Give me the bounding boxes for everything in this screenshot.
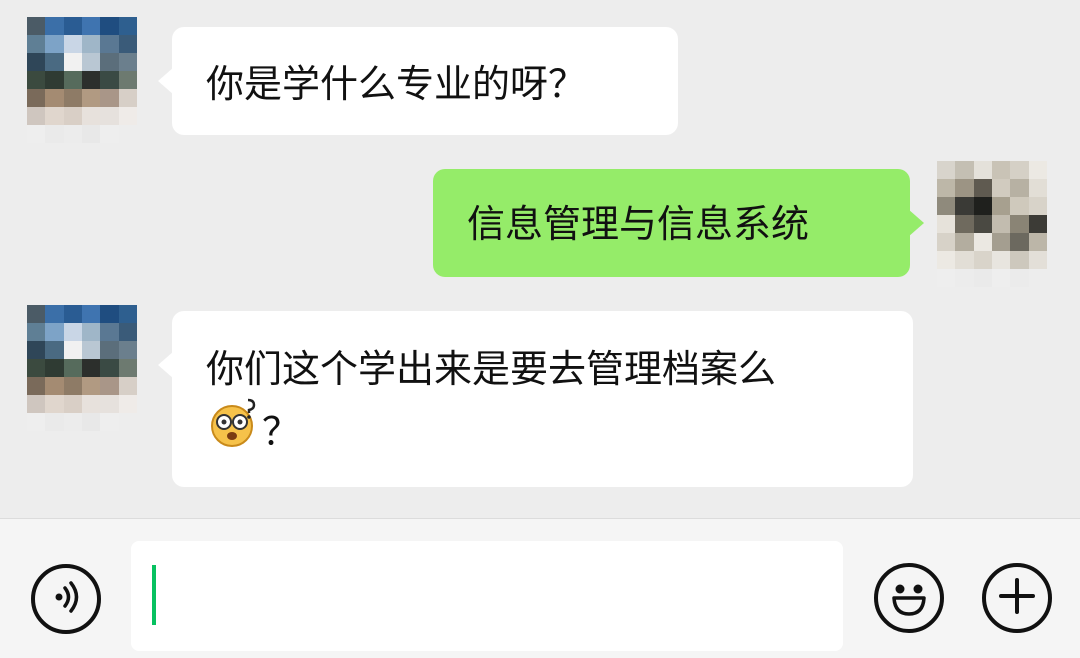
input-bar: [0, 518, 1080, 658]
voice-icon: [46, 577, 86, 621]
contact-avatar[interactable]: [27, 17, 137, 143]
smiley-icon: [881, 568, 937, 628]
more-button[interactable]: [982, 563, 1052, 633]
voice-input-button[interactable]: [31, 564, 101, 634]
message-text: 你是学什么专业的呀？: [206, 62, 587, 106]
dizzy-face-emoji-icon: [206, 394, 262, 468]
contact-avatar[interactable]: [27, 305, 137, 431]
message-bubble-incoming[interactable]: 你们这个学出来是要去管理档案么 ？: [158, 311, 913, 487]
message-text: 信息管理与信息系统: [467, 202, 810, 246]
message-text: 你们这个学出来是要去管理档案么: [206, 347, 777, 391]
message-input[interactable]: [131, 541, 843, 651]
message-bubble-outgoing[interactable]: 信息管理与信息系统: [433, 169, 924, 277]
plus-icon: [995, 574, 1039, 622]
message-text-after-emoji: ？: [262, 409, 301, 454]
message-bubble-incoming[interactable]: 你是学什么专业的呀？: [158, 27, 678, 135]
emoji-button[interactable]: [874, 563, 944, 633]
self-avatar[interactable]: [937, 161, 1047, 287]
text-caret: [152, 565, 156, 625]
chat-area: 你是学什么专业的呀？ 信息管理与信息系统 你们这个学出来是要去管理档案么 ？: [0, 0, 1080, 518]
